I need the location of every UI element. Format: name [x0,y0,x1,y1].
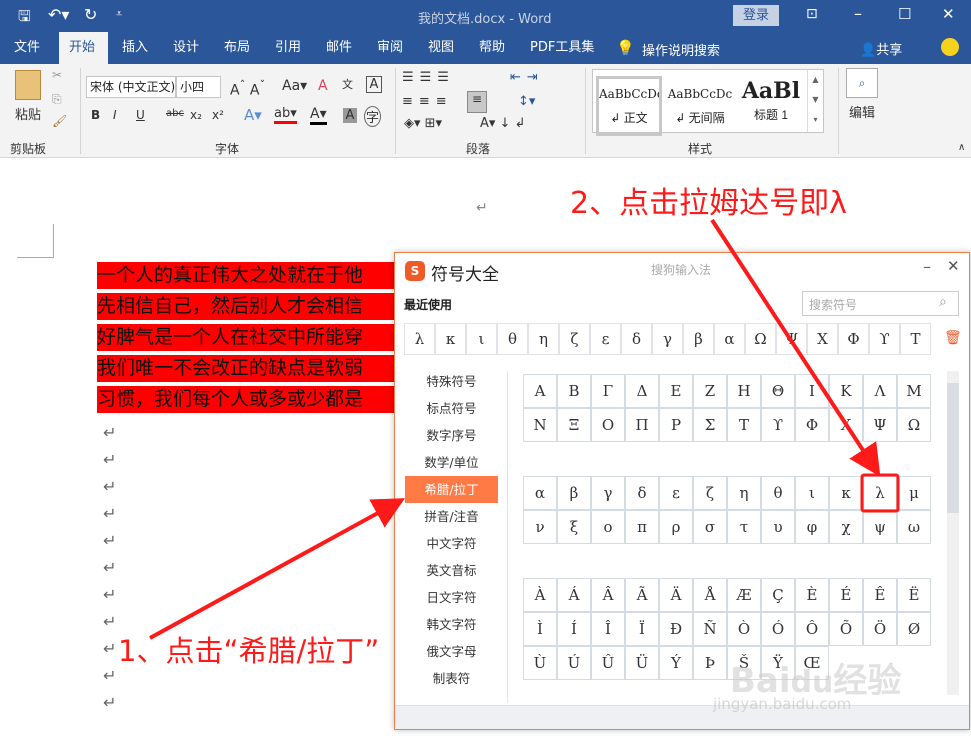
lambda-highlight-box [860,473,900,513]
step1-annotation: 1、点击“希腊/拉丁” [118,634,380,668]
step2-annotation: 2、点击拉姆达号即λ [570,186,847,221]
arrow-to-category [149,498,406,640]
arrow-to-lambda [710,218,881,477]
